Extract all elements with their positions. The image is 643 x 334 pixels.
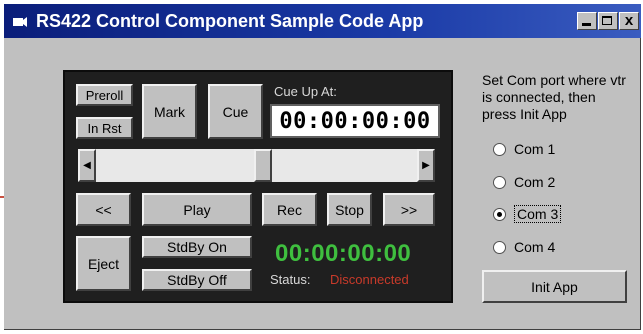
- com4-radio[interactable]: Com 4: [493, 237, 555, 257]
- scroll-right-glyph: ▶: [422, 160, 430, 171]
- com1-radio[interactable]: Com 1: [493, 139, 555, 159]
- scroll-left-glyph: ◀: [83, 160, 91, 171]
- close-glyph: x: [624, 12, 634, 29]
- rec-button[interactable]: Rec: [262, 193, 317, 226]
- init-app-button[interactable]: Init App: [482, 270, 627, 303]
- scroll-left-icon[interactable]: ◀: [78, 149, 96, 182]
- com2-radio[interactable]: Com 2: [493, 172, 555, 192]
- standby-on-button[interactable]: StdBy On: [142, 236, 252, 258]
- scroll-thumb[interactable]: [254, 149, 272, 182]
- cue-up-timecode-field[interactable]: 00:00:00:00: [270, 104, 440, 138]
- window-title: RS422 Control Component Sample Code App: [36, 11, 424, 31]
- stop-button[interactable]: Stop: [327, 193, 372, 226]
- minimize-icon[interactable]: [577, 12, 597, 30]
- position-scrollbar[interactable]: ◀ ▶: [78, 149, 435, 182]
- app-icon: [13, 17, 27, 27]
- com2-label: Com 2: [514, 174, 556, 190]
- current-timecode: 00:00:00:00: [275, 240, 412, 267]
- radio-button-icon[interactable]: [493, 175, 506, 189]
- rewind-button[interactable]: <<: [76, 193, 131, 226]
- cue-up-label: Cue Up At:: [274, 84, 337, 99]
- com3-label: Com 3: [514, 205, 562, 223]
- com-instructions: Set Com port where vtr is connected, the…: [482, 72, 626, 122]
- status-label: Status:: [270, 272, 311, 287]
- title-bar[interactable]: RS422 Control Component Sample Code App …: [4, 4, 641, 38]
- scroll-right-icon[interactable]: ▶: [417, 149, 435, 182]
- radio-button-icon[interactable]: [493, 240, 506, 254]
- com4-label: Com 4: [514, 239, 556, 255]
- com3-radio[interactable]: Com 3: [493, 204, 562, 224]
- com1-label: Com 1: [514, 141, 556, 157]
- close-icon[interactable]: x: [619, 12, 639, 30]
- eject-button[interactable]: Eject: [76, 236, 131, 291]
- standby-off-button[interactable]: StdBy Off: [142, 269, 252, 291]
- preroll-button[interactable]: Preroll: [76, 84, 133, 106]
- status-value: Disconnected: [330, 272, 409, 287]
- radio-button-icon[interactable]: [493, 142, 506, 156]
- mark-button[interactable]: Mark: [142, 84, 197, 139]
- play-button[interactable]: Play: [142, 193, 252, 226]
- in-rst-button[interactable]: In Rst: [76, 117, 133, 139]
- fast-forward-button[interactable]: >>: [383, 193, 435, 226]
- maximize-icon[interactable]: [598, 12, 618, 30]
- radio-button-selected-icon[interactable]: [493, 207, 506, 221]
- cue-button[interactable]: Cue: [208, 84, 263, 139]
